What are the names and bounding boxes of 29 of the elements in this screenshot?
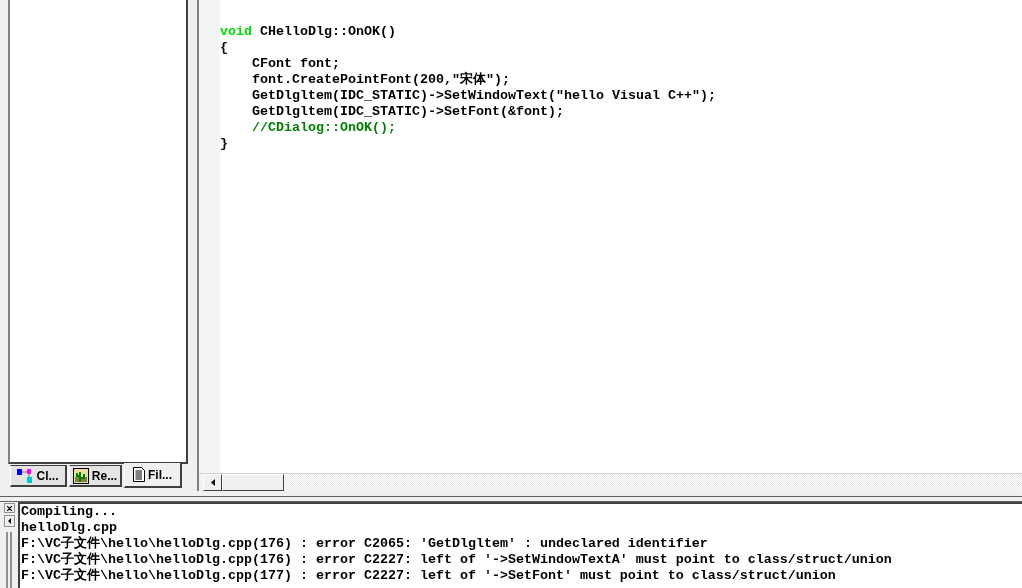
output-line: Compiling... [21,504,117,520]
scroll-left-button[interactable] [3,515,15,527]
code-text: GetDlgltem(IDC_STATIC)->SetFont(&font); [252,104,564,120]
scrollbar-thumb[interactable] [222,474,284,491]
code-text: } [220,136,228,152]
workspace-tab[interactable]: Fil... [124,463,182,488]
output-line: F:\VC子文件\hello\helloDlg.cpp(177) : error C2227: left of '->SetFont' must point to class/struct/union [21,568,836,584]
workspace-tab[interactable]: Re... [69,465,122,487]
code-text: GetDlgltem(IDC_STATIC)->SetWindowText("hello Visual C++"); [252,88,716,104]
code-text: font.CreatePointFont(200,"宋体"); [252,72,510,88]
code-editor[interactable]: void CHelloDlg::OnOK() { CFont font; font.CreatePointFont(200,"宋体"); GetDlgltem(IDC_STATIC)->SetWindowText("hello Visual C++"); GetDlgltem(IDC_STATIC)->SetFont(&font); //CDialog::OnOK(); } [220,0,1022,473]
output-line: F:\VC子文件\hello\helloDlg.cpp(176) : error C2065: 'GetDlgltem' : undeclared identifier [21,536,708,552]
document-icon [133,467,145,482]
code-text: { [220,40,228,56]
code-text: CHelloDlg::OnOK() [260,24,396,40]
left-arrow-icon [7,518,11,524]
close-button[interactable] [3,503,15,513]
left-arrow-icon [210,479,215,486]
dock-gripper[interactable] [6,532,12,588]
resource-picture-icon [72,467,89,484]
output-line: helloDlg.cpp [21,520,117,536]
code-comment: //CDialog::OnOK(); [252,120,396,136]
close-icon [6,505,12,511]
output-line: F:\VC子文件\hello\helloDlg.cpp(176) : error C2227: left of '->SetWindowTextA' must point to class/struct/union [21,552,892,568]
code-keyword: void [220,24,252,40]
horizontal-scrollbar[interactable] [199,473,1022,491]
code-text: CFont font; [252,56,340,72]
workspace-tab[interactable]: Cl... [10,465,67,487]
class-hierarchy-icon [17,468,34,483]
